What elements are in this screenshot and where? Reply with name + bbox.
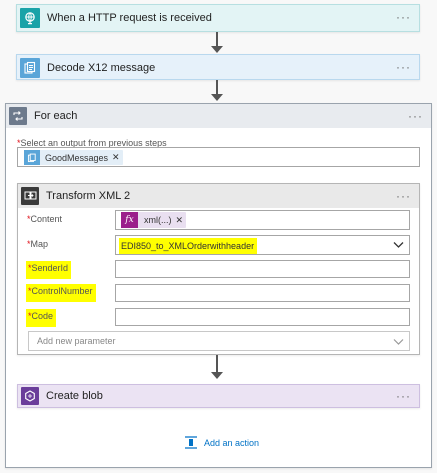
chevron-down-icon (393, 337, 404, 349)
chevron-down-icon[interactable] (393, 240, 404, 252)
goodmessages-token-label: GoodMessages (45, 152, 109, 163)
xml-expression-token[interactable]: fx xml(...) ✕ (121, 212, 187, 228)
connector-arrow (216, 355, 218, 373)
xml-expression-label: xml(...) (144, 215, 172, 225)
content-label: *Content (27, 214, 63, 224)
connector-arrow-head (211, 46, 223, 53)
remove-token-icon[interactable]: ✕ (112, 152, 120, 163)
controlnumber-field[interactable] (115, 284, 410, 302)
transform-xml-icon (21, 187, 39, 205)
connector-arrow-head (211, 94, 223, 101)
senderid-label: *SenderId (26, 261, 72, 279)
fx-function-icon: fx (121, 212, 138, 228)
controlnumber-label: *ControlNumber (26, 284, 96, 302)
document-stack-icon (20, 58, 40, 78)
create-blob-card[interactable]: Create blob ··· (17, 384, 420, 408)
content-field[interactable]: fx xml(...) ✕ (115, 210, 410, 230)
code-field[interactable] (115, 308, 410, 326)
map-label: *Map (27, 239, 49, 249)
map-dropdown[interactable]: EDI850_to_XMLOrderwithheader (115, 235, 410, 255)
add-action-label: Add an action (204, 437, 260, 448)
connector-arrow-head (211, 372, 223, 379)
map-selected-value: EDI850_to_XMLOrderwithheader (119, 238, 258, 254)
add-parameter-dropdown[interactable]: Add new parameter (28, 331, 410, 351)
select-output-field[interactable]: GoodMessages ✕ (17, 147, 420, 167)
remove-expression-icon[interactable]: ✕ (176, 215, 184, 226)
decode-x12-card[interactable]: Decode X12 message ··· (16, 54, 420, 80)
add-action-button[interactable]: Add an action (184, 436, 259, 449)
goodmessages-token[interactable]: GoodMessages ✕ (24, 150, 123, 165)
senderid-field[interactable] (115, 260, 410, 278)
http-trigger-card[interactable]: When a HTTP request is received ··· (16, 4, 420, 32)
foreach-title: For each (34, 110, 78, 122)
http-trigger-more-button[interactable]: ··· (396, 11, 411, 23)
create-blob-more-button[interactable]: ··· (396, 390, 411, 402)
loop-icon (9, 107, 27, 125)
add-parameter-placeholder: Add new parameter (37, 336, 116, 346)
transform-xml-title: Transform XML 2 (46, 190, 131, 202)
http-trigger-title: When a HTTP request is received (47, 12, 212, 24)
globe-icon (20, 8, 40, 28)
blob-hexagon-icon (21, 387, 39, 405)
transform-xml-more-button[interactable]: ··· (396, 190, 411, 202)
add-action-icon (184, 436, 198, 449)
code-label: *Code (26, 309, 57, 327)
create-blob-title: Create blob (46, 390, 103, 402)
document-stack-icon (24, 150, 40, 165)
foreach-more-button[interactable]: ··· (408, 110, 423, 122)
decode-x12-title: Decode X12 message (47, 62, 156, 74)
decode-x12-more-button[interactable]: ··· (396, 61, 411, 73)
